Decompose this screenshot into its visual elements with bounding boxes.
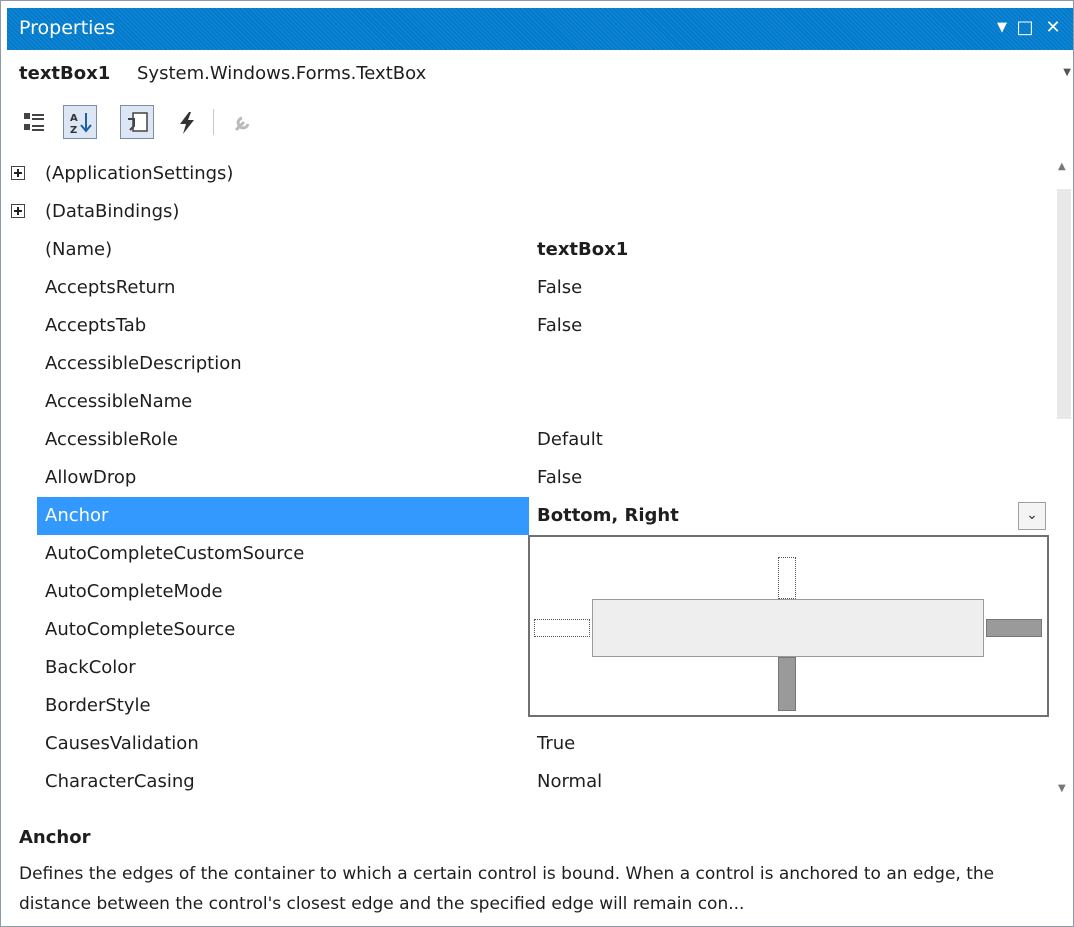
object-type: System.Windows.Forms.TextBox [137, 63, 427, 84]
property-row[interactable]: AccessibleDescription [7, 345, 1055, 383]
property-value[interactable]: False [537, 315, 582, 336]
property-row[interactable]: (ApplicationSettings) [7, 155, 1055, 193]
properties-toolbar: A Z [7, 99, 1073, 151]
alphabetical-icon: A Z [70, 113, 92, 136]
categorized-icon [24, 113, 44, 131]
selected-row-highlight [37, 497, 529, 535]
property-name: (Name) [45, 239, 113, 260]
property-name: AccessibleDescription [45, 353, 242, 374]
property-row[interactable]: AccessibleRole Default [7, 421, 1055, 459]
alphabetical-button[interactable]: A Z [63, 105, 97, 139]
categorized-button[interactable] [17, 105, 51, 139]
chevron-down-icon[interactable]: ▼ [1063, 67, 1071, 78]
property-value[interactable]: Normal [537, 771, 602, 792]
property-name: CausesValidation [45, 733, 199, 754]
svg-text:Z: Z [70, 125, 77, 136]
property-name: AccessibleName [45, 391, 193, 412]
property-row[interactable]: AcceptsTab False [7, 307, 1055, 345]
vertical-scrollbar[interactable]: ▲ ▼ [1055, 155, 1073, 803]
properties-icon [128, 112, 148, 132]
property-value[interactable]: textBox1 [537, 239, 628, 260]
property-pages-icon [234, 116, 250, 132]
anchor-bottom-toggle[interactable] [778, 657, 796, 711]
property-name: AllowDrop [45, 467, 137, 488]
property-row[interactable]: AcceptsReturn False [7, 269, 1055, 307]
svg-text:A: A [70, 113, 78, 124]
property-name: CharacterCasing [45, 771, 195, 792]
property-row[interactable]: (DataBindings) [7, 193, 1055, 231]
window-title: Properties [19, 17, 116, 39]
properties-button[interactable] [120, 105, 154, 139]
anchor-control-preview [592, 599, 984, 657]
property-value[interactable]: Default [537, 429, 603, 450]
description-text: Defines the edges of the container to wh… [19, 864, 995, 914]
anchor-top-toggle[interactable] [778, 557, 796, 599]
description-title: Anchor [19, 827, 91, 848]
property-row[interactable]: CharacterCasing Normal [7, 763, 1055, 801]
property-name: AcceptsReturn [45, 277, 176, 298]
expand-plus-icon[interactable] [11, 204, 25, 218]
property-pages-button[interactable] [225, 105, 259, 139]
property-name: AutoCompleteMode [45, 581, 223, 602]
property-name: (DataBindings) [45, 201, 180, 222]
property-value[interactable]: False [537, 467, 582, 488]
object-name: textBox1 [19, 63, 111, 84]
toolbar-separator [213, 109, 214, 135]
property-value[interactable]: False [537, 277, 582, 298]
property-value[interactable]: True [537, 733, 575, 754]
value-dropdown-button[interactable]: ⌄ [1018, 502, 1046, 530]
events-button[interactable] [169, 105, 203, 139]
property-row[interactable]: AccessibleName [7, 383, 1055, 421]
property-name: AutoCompleteSource [45, 619, 236, 640]
events-icon [180, 112, 194, 134]
anchor-right-toggle[interactable] [986, 619, 1042, 637]
property-row[interactable]: (Name) textBox1 [7, 231, 1055, 269]
scroll-down-icon[interactable]: ▼ [1058, 783, 1066, 794]
properties-window: Properties ▼ □ ✕ textBox1 System.Windows… [0, 0, 1074, 927]
scroll-thumb[interactable] [1057, 189, 1071, 419]
property-name: (ApplicationSettings) [45, 163, 234, 184]
property-row[interactable]: AllowDrop False [7, 459, 1055, 497]
object-selector[interactable]: textBox1 System.Windows.Forms.TextBox ▼ [7, 57, 1073, 93]
property-name: Anchor [45, 505, 109, 526]
title-bar[interactable]: Properties ▼ □ ✕ [7, 8, 1073, 50]
maximize-button[interactable]: □ [1012, 14, 1038, 42]
scroll-up-icon[interactable]: ▲ [1058, 161, 1066, 172]
property-name: AcceptsTab [45, 315, 147, 336]
property-name: AccessibleRole [45, 429, 178, 450]
property-name: AutoCompleteCustomSource [45, 543, 305, 564]
property-name: BackColor [45, 657, 136, 678]
property-name: BorderStyle [45, 695, 151, 716]
anchor-left-toggle[interactable] [534, 619, 590, 637]
description-panel: Anchor Defines the edges of the containe… [7, 819, 1073, 923]
close-button[interactable]: ✕ [1040, 14, 1066, 42]
property-value[interactable]: Bottom, Right [537, 505, 679, 526]
expand-plus-icon[interactable] [11, 166, 25, 180]
property-row[interactable]: Anchor Bottom, Right ⌄ [7, 497, 1055, 535]
anchor-editor-popup [528, 535, 1049, 717]
property-row[interactable]: CausesValidation True [7, 725, 1055, 763]
